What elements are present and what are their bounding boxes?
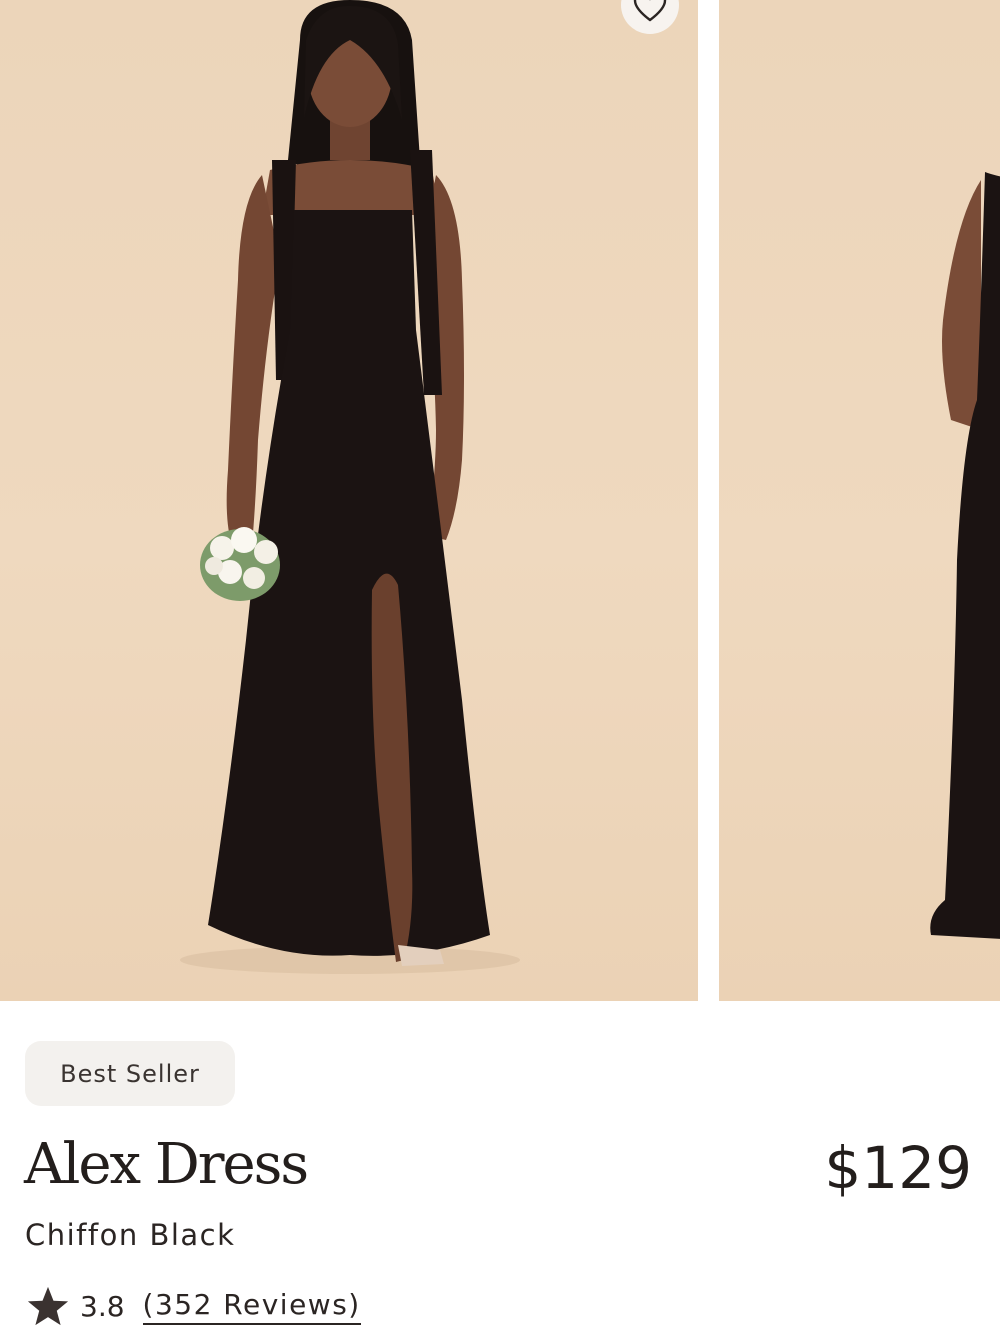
rating-summary: 3.8 (352 Reviews) [26, 1282, 361, 1330]
product-image-back[interactable] [719, 0, 1000, 1001]
product-image-front[interactable] [0, 0, 698, 1001]
badge-label: Best Seller [60, 1059, 200, 1088]
best-seller-badge: Best Seller [25, 1041, 235, 1106]
model-back-illustration [930, 172, 1000, 939]
heart-icon [633, 0, 667, 22]
product-price: $129 [824, 1134, 972, 1202]
reviews-link[interactable]: (352 Reviews) [142, 1288, 361, 1325]
product-variant: Chiffon Black [25, 1218, 236, 1252]
model-front-illustration [180, 0, 520, 974]
product-image-carousel[interactable] [0, 0, 1000, 1001]
star-icon [27, 1286, 69, 1326]
product-title: Alex Dress [24, 1132, 309, 1197]
rating-value: 3.8 [80, 1289, 125, 1323]
